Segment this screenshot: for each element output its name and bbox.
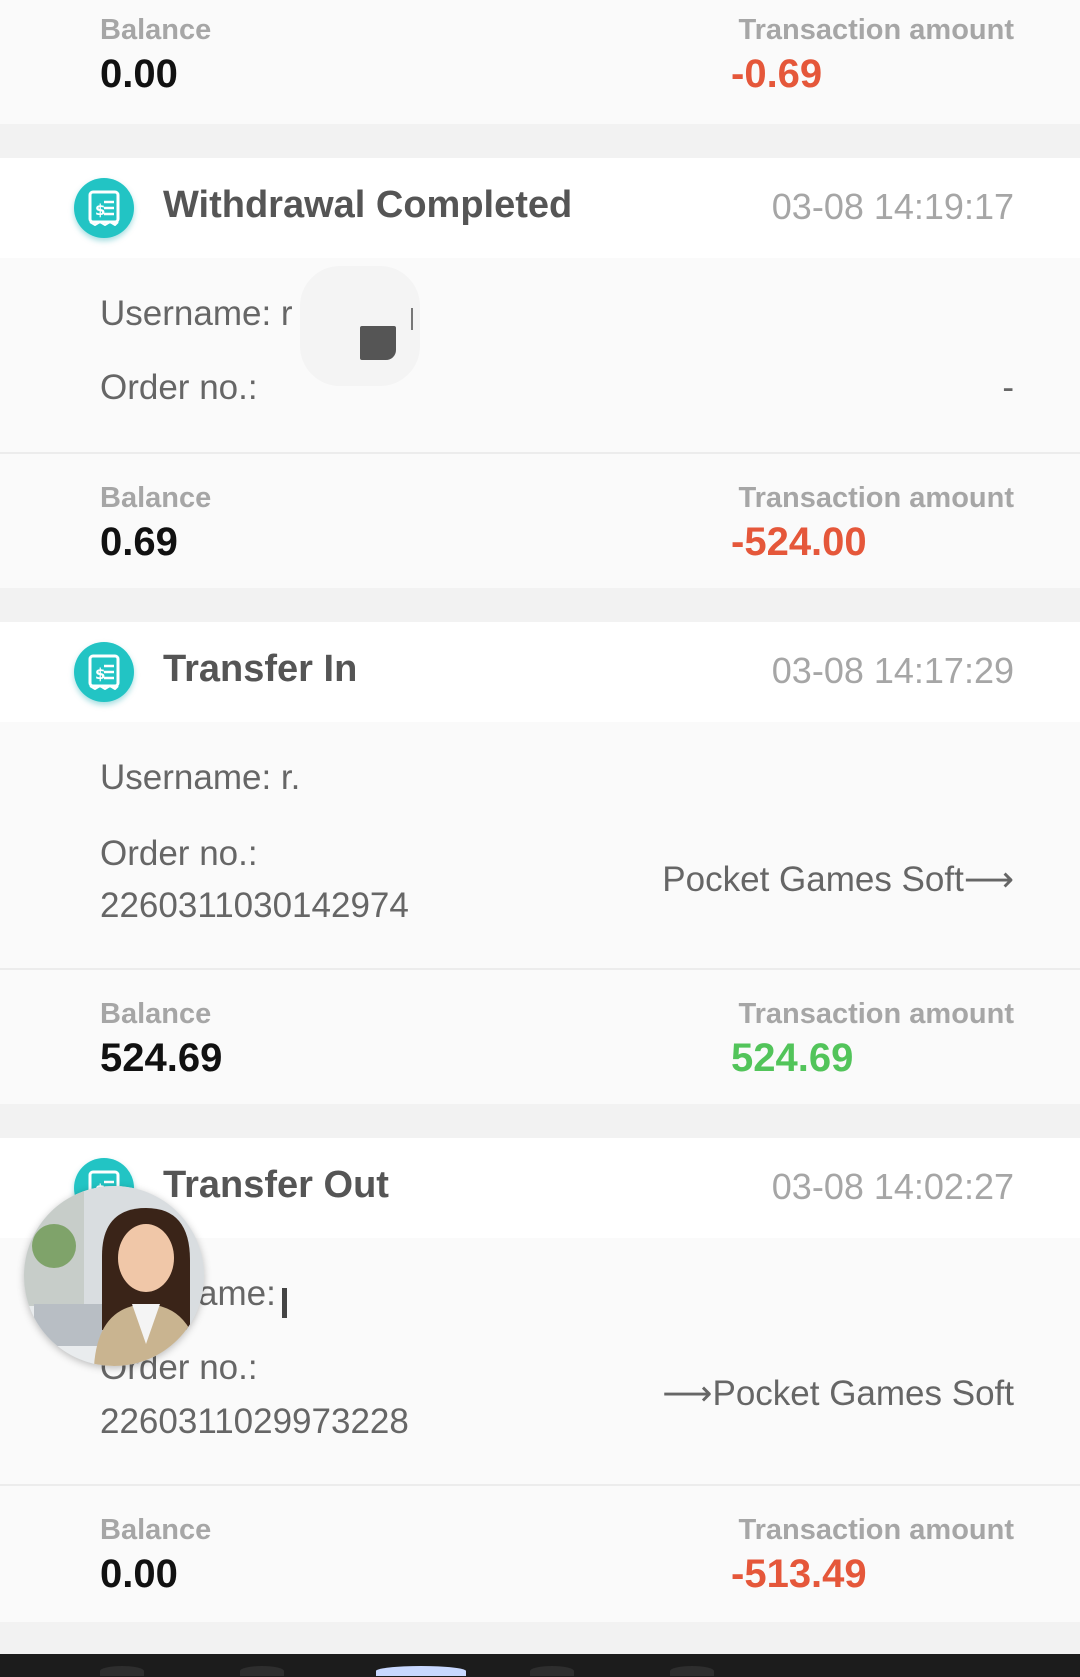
balance-value: 0.00	[100, 52, 178, 96]
username-line: Username: r	[100, 294, 293, 333]
transfer-target: ⟶Pocket Games Soft	[662, 1374, 1014, 1413]
transaction-amount-label: Transaction amount	[738, 14, 1014, 46]
nav-item-active[interactable]	[376, 1666, 466, 1676]
transaction-amount-value: 524.69	[731, 1036, 854, 1080]
svg-text:$: $	[95, 201, 105, 219]
balance-value: 0.00	[100, 1552, 178, 1596]
transaction-title: Transfer Out	[163, 1164, 389, 1206]
previous-record-footer: Balance 0.00 Transaction amount -0.69	[0, 0, 1080, 124]
username-line: ame:	[198, 1274, 276, 1313]
bottom-nav-bar	[0, 1654, 1080, 1677]
transfer-target: Pocket Games Soft⟶	[662, 860, 1014, 899]
order-number: 2260311029973228	[100, 1402, 409, 1441]
order-side-value: -	[1002, 368, 1014, 407]
redaction-mark	[411, 308, 413, 330]
receipt-dollar-icon: $	[74, 178, 134, 238]
redaction-mark	[360, 326, 396, 360]
transaction-card[interactable]: $ Withdrawal Completed 03-08 14:19:17 Us…	[0, 158, 1080, 588]
card-header: $ Transfer In 03-08 14:17:29	[0, 622, 1080, 722]
support-avatar-button[interactable]	[24, 1186, 204, 1366]
card-header: $ Withdrawal Completed 03-08 14:19:17	[0, 158, 1080, 258]
transaction-title: Withdrawal Completed	[163, 184, 573, 226]
transaction-title: Transfer In	[163, 648, 358, 690]
avatar-portrait-icon	[24, 1186, 204, 1366]
transaction-amount-value: -0.69	[731, 52, 823, 96]
transaction-time: 03-08 14:19:17	[771, 186, 1014, 227]
transaction-amount-label: Transaction amount	[738, 998, 1014, 1030]
order-no-label: Order no.:	[100, 368, 258, 407]
redaction-mark	[282, 1288, 287, 1318]
nav-item[interactable]	[670, 1666, 714, 1676]
transaction-amount-label: Transaction amount	[738, 1514, 1014, 1546]
receipt-dollar-icon: $	[74, 642, 134, 702]
nav-item[interactable]	[240, 1666, 284, 1676]
balance-label: Balance	[100, 14, 212, 46]
svg-text:$: $	[95, 665, 105, 683]
card-footer: Balance 0.00 Transaction amount -513.49	[0, 1486, 1080, 1620]
balance-label: Balance	[100, 482, 212, 514]
username-line: Username: r.	[100, 758, 301, 797]
transaction-time: 03-08 14:17:29	[771, 650, 1014, 691]
transaction-amount-value: -513.49	[731, 1552, 867, 1596]
card-footer: Balance 0.69 Transaction amount -524.00	[0, 454, 1080, 588]
order-no-label: Order no.:	[100, 834, 258, 873]
card-footer: Balance 524.69 Transaction amount 524.69	[0, 970, 1080, 1104]
nav-item[interactable]	[530, 1666, 574, 1676]
transaction-amount-label: Transaction amount	[738, 482, 1014, 514]
balance-value: 524.69	[100, 1036, 223, 1080]
transaction-amount-value: -524.00	[731, 520, 867, 564]
order-number: 2260311030142974	[100, 886, 409, 925]
transaction-card[interactable]: $ Transfer In 03-08 14:17:29 Username: r…	[0, 622, 1080, 1104]
balance-label: Balance	[100, 1514, 212, 1546]
transaction-time: 03-08 14:02:27	[771, 1166, 1014, 1207]
nav-item[interactable]	[100, 1666, 144, 1676]
balance-label: Balance	[100, 998, 212, 1030]
balance-value: 0.69	[100, 520, 178, 564]
